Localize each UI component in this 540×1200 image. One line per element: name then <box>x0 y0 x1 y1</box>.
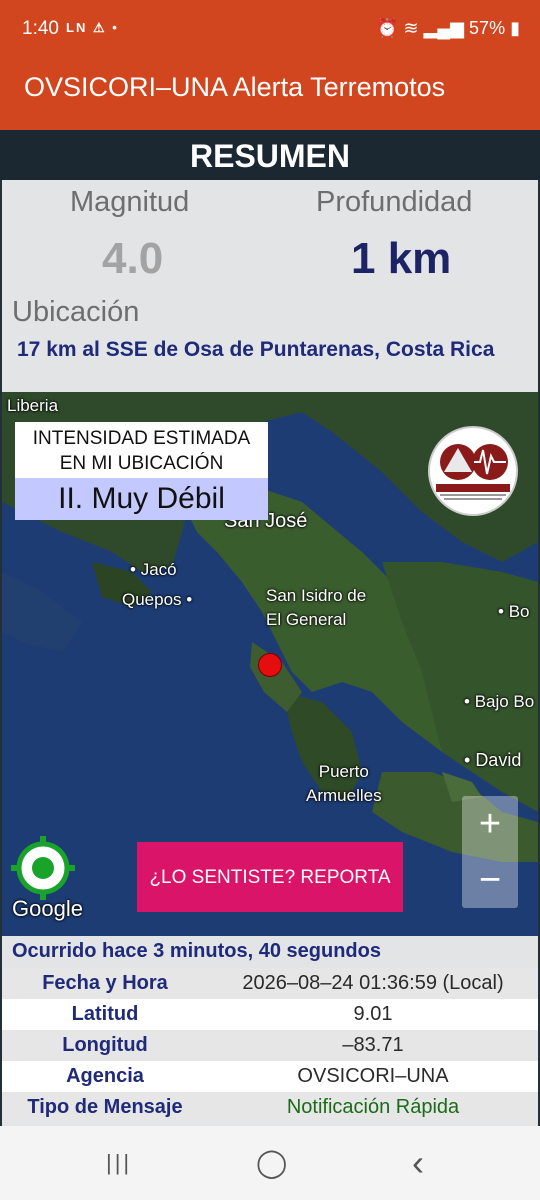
occurred-time: Ocurrido hace 3 minutos, 40 segundos <box>12 940 381 962</box>
map-label-puerto-armuelles: Puerto Armuelles <box>306 762 382 805</box>
detail-key: Latitud <box>71 1003 139 1025</box>
ovsicori-logo <box>428 426 518 516</box>
crosshair-icon <box>11 836 75 900</box>
earthquake-marker[interactable] <box>258 653 282 677</box>
system-nav-bar: ||| ◯ ‹ <box>0 1126 540 1200</box>
detail-value: –83.71 <box>342 1034 404 1056</box>
map-label-san-isidro: San Isidro de El General <box>266 586 367 629</box>
status-time: 1:40 <box>22 18 59 39</box>
map-label-quepos: Quepos • <box>122 590 193 609</box>
seismograph-logo-icon <box>436 444 510 500</box>
report-felt-button[interactable]: ¿LO SENTISTE? REPORTA <box>137 842 403 912</box>
intensity-title-line2: EN MI UBICACIÓN <box>59 453 224 474</box>
detail-value: OVSICORI–UNA <box>297 1065 449 1087</box>
detail-key: Longitud <box>62 1034 148 1056</box>
detail-row-agency: Agencia OVSICORI–UNA <box>2 1061 538 1092</box>
detail-key: Tipo de Mensaje <box>27 1096 183 1118</box>
zoom-controls: + − <box>462 796 518 908</box>
detail-value: Notificación Rápida <box>286 1096 460 1118</box>
location-value: 17 km al SSE de Osa de Puntarenas, Costa… <box>17 338 495 361</box>
map-label-boca: • Bo <box>498 602 530 621</box>
my-location-button[interactable] <box>11 836 75 900</box>
detail-row-datetime: Fecha y Hora 2026–08–24 01:36:59 (Local) <box>2 968 538 999</box>
detail-key: Agencia <box>66 1065 144 1087</box>
intensity-title: INTENSIDAD ESTIMADA EN MI UBICACIÓN <box>15 426 268 476</box>
back-icon[interactable]: ‹ <box>412 1126 424 1200</box>
map-label-david: • David <box>464 750 522 770</box>
detail-row-longitude: Longitud –83.71 <box>2 1030 538 1061</box>
battery-percent: 57% <box>469 18 506 38</box>
detail-row-message-type: Tipo de Mensaje Notificación Rápida <box>2 1092 538 1123</box>
detail-key: Fecha y Hora <box>42 972 168 994</box>
status-right: ⏰ ≋ ▂▄▆ 57% ▮ <box>376 18 520 39</box>
detail-value: 2026–08–24 01:36:59 (Local) <box>242 972 504 994</box>
location-label: Ubicación <box>12 296 140 328</box>
zoom-in-button[interactable]: + <box>462 796 518 852</box>
detail-value: 9.01 <box>353 1003 393 1025</box>
signal-icon: ▂▄▆ <box>423 18 465 38</box>
depth-label: Profundidad <box>316 186 473 218</box>
detail-row-latitude: Latitud 9.01 <box>2 999 538 1030</box>
map-label-liberia: Liberia <box>7 396 59 415</box>
magnitude-label: Magnitud <box>70 186 190 218</box>
summary-title: RESUMEN <box>189 138 350 174</box>
zoom-out-button[interactable]: − <box>462 852 518 908</box>
summary-header: RESUMEN <box>0 130 540 180</box>
app-bar: OVSICORI–UNA Alerta Terremotos <box>0 60 540 130</box>
notification-icons: LN ⚠ • <box>66 20 119 35</box>
intensity-value: II. Muy Débil <box>15 478 268 520</box>
battery-icon: ▮ <box>510 18 520 38</box>
magnitude-value: 4.0 <box>102 234 164 283</box>
recents-icon[interactable]: ||| <box>106 1126 132 1200</box>
map-label-jaco: • Jacó <box>130 560 177 579</box>
google-logo: Google <box>12 896 83 921</box>
map-label-bajo-boquete: • Bajo Bo <box>464 692 535 711</box>
depth-value: 1 km <box>351 234 452 283</box>
alarm-icon: ⏰ <box>376 18 399 38</box>
home-icon[interactable]: ◯ <box>256 1126 287 1200</box>
app-title: OVSICORI–UNA Alerta Terremotos <box>24 72 446 102</box>
intensity-box: INTENSIDAD ESTIMADA EN MI UBICACIÓN II. … <box>15 422 268 520</box>
intensity-title-line1: INTENSIDAD ESTIMADA <box>32 428 251 449</box>
wifi-icon: ≋ <box>403 18 419 38</box>
status-bar: 1:40 LN ⚠ • ⏰ ≋ ▂▄▆ 57% ▮ <box>0 0 540 60</box>
